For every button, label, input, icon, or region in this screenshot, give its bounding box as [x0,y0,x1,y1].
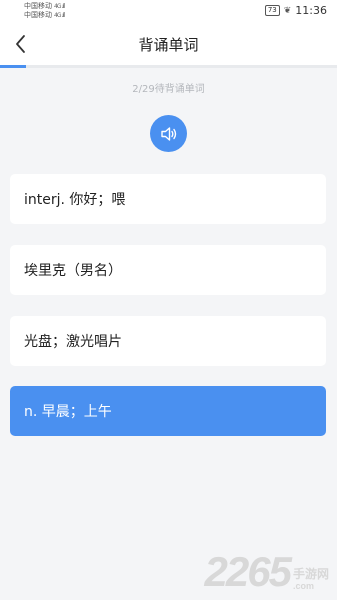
remaining-count: 2/29待背诵单词 [132,84,205,95]
speaker-icon [160,126,176,141]
carrier-info: 中国移动 4G .ıll 中国移动 4G .ıll [24,2,65,20]
answer-option-text: 光盘；激光唱片 [24,334,122,350]
watermark-text: 手游网 [292,567,329,581]
status-right: 73 ❦ 11:36 [264,4,327,17]
clock: 11:36 [295,4,327,17]
carrier-label-1: 中国移动 [24,2,52,10]
watermark-logo: 2265 手游网 .com [204,548,329,595]
progress-bar-fill [0,65,27,68]
pronounce-button[interactable] [150,115,187,152]
signal-icon-1: 4G .ıll [54,3,65,10]
power-saving-icon: ❦ [283,5,292,16]
status-bar: 中国移动 4G .ıll 中国移动 4G .ıll 73 ❦ 11:36 [0,0,337,22]
answer-option-1[interactable]: interj. 你好；喂 [10,174,326,224]
app-header: 背诵单词 [0,22,337,66]
watermark-url: .com [292,581,314,591]
answer-option-3[interactable]: 光盘；激光唱片 [10,316,326,366]
answer-option-text: interj. 你好；喂 [24,192,126,208]
progress-bar [0,65,337,68]
battery-icon: 73 [264,5,280,16]
answer-option-text: 埃里克（男名） [24,263,122,279]
answer-option-4-selected[interactable]: n. 早晨；上午 [10,386,326,436]
answer-option-text: n. 早晨；上午 [24,404,112,420]
signal-icon-2: 4G .ıll [54,12,65,19]
watermark-number: 2265 [204,548,292,595]
carrier-label-2: 中国移动 [24,11,52,19]
page-title: 背诵单词 [138,36,199,54]
answer-option-2[interactable]: 埃里克（男名） [10,245,326,295]
